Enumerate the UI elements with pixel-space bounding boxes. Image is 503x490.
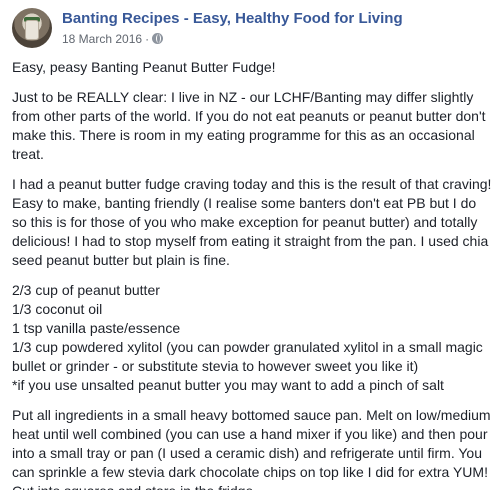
globe-icon[interactable] [152,33,164,44]
avatar-jar [25,20,39,40]
post-meta: 18 March 2016 · [62,32,164,46]
post-paragraph-clear: Just to be REALLY clear: I live in NZ - … [12,89,486,162]
page-name-link[interactable]: Banting Recipes - Easy, Healthy Food for… [62,10,403,27]
facebook-post: Banting Recipes - Easy, Healthy Food for… [0,0,503,490]
ingredient-item: 1 tsp vanilla paste/essence [12,320,181,336]
post-paragraph-craving: I had a peanut butter fudge craving toda… [12,176,492,268]
ingredient-list: 2/3 cup of peanut butter 1/3 coconut oil… [12,281,494,395]
ingredient-item: 2/3 cup of peanut butter [12,282,160,298]
post-date[interactable]: 18 March 2016 [62,32,142,46]
ingredient-item: 1/3 coconut oil [12,301,103,317]
ingredient-note: *if you use unsalted peanut butter you m… [12,377,444,393]
post-paragraph-method: Put all ingredients in a small heavy bot… [12,407,491,490]
ingredient-item: 1/3 cup powdered xylitol (you can powder… [12,339,483,374]
page-avatar[interactable] [12,8,52,48]
post-title-line: Easy, peasy Banting Peanut Butter Fudge! [12,59,276,75]
post-header: Banting Recipes - Easy, Healthy Food for… [12,8,492,50]
post-body: Easy, peasy Banting Peanut Butter Fudge!… [12,58,494,490]
meta-separator: · [145,32,150,46]
